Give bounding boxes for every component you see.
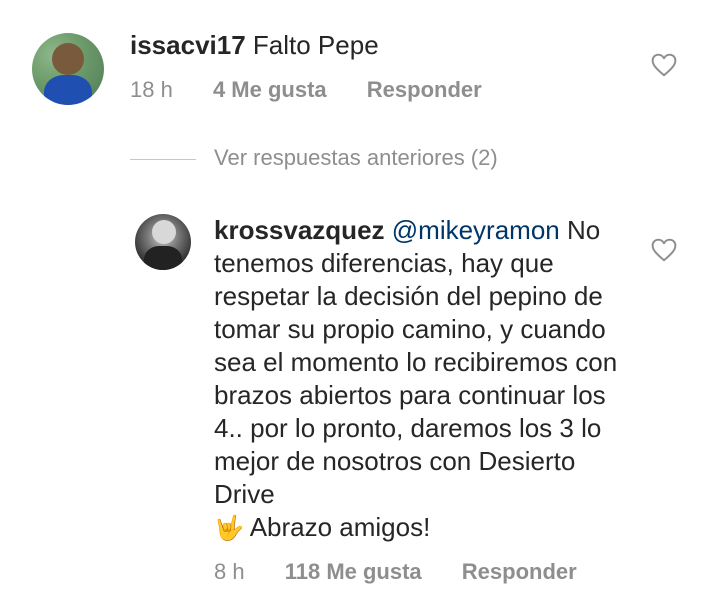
comment-text: krossvazquez @mikeyramon No tenemos dife… <box>214 214 634 545</box>
comment-text: issacvi17 Falto Pepe <box>130 29 379 62</box>
avatar-body <box>143 246 183 270</box>
avatar-head <box>151 219 177 245</box>
comment-meta: 8 h 118 Me gusta Responder <box>214 559 611 585</box>
heart-outline-icon[interactable] <box>651 53 677 77</box>
avatar-head <box>52 43 84 75</box>
avatar[interactable] <box>135 214 191 270</box>
comment-time: 18 h <box>130 77 173 102</box>
likes-count[interactable]: 118 Me gusta <box>285 559 422 585</box>
view-previous-replies-label[interactable]: Ver respuestas anteriores (2) <box>214 145 498 171</box>
heart-outline-icon[interactable] <box>651 238 677 262</box>
comment-time: 8 h <box>214 559 245 584</box>
reply-button[interactable]: Responder <box>367 77 482 103</box>
avatar-body <box>43 74 93 105</box>
avatar[interactable] <box>32 33 104 105</box>
comment-body-end: Abrazo amigos! <box>249 512 431 542</box>
reply-button[interactable]: Responder <box>462 559 577 585</box>
comment-body: No tenemos diferencias, hay que respetar… <box>214 215 618 509</box>
likes-count[interactable]: 4 Me gusta <box>213 77 327 103</box>
rock-hand-emoji: 🤟 <box>214 515 244 542</box>
comment-meta: 18 h 4 Me gusta Responder <box>130 77 516 103</box>
comment-body: Falto Pepe <box>252 30 379 60</box>
username[interactable]: issacvi17 <box>130 30 246 60</box>
username[interactable]: krossvazquez <box>214 215 385 245</box>
replies-divider <box>130 159 196 160</box>
mention-link[interactable]: @mikeyramon <box>392 215 560 245</box>
